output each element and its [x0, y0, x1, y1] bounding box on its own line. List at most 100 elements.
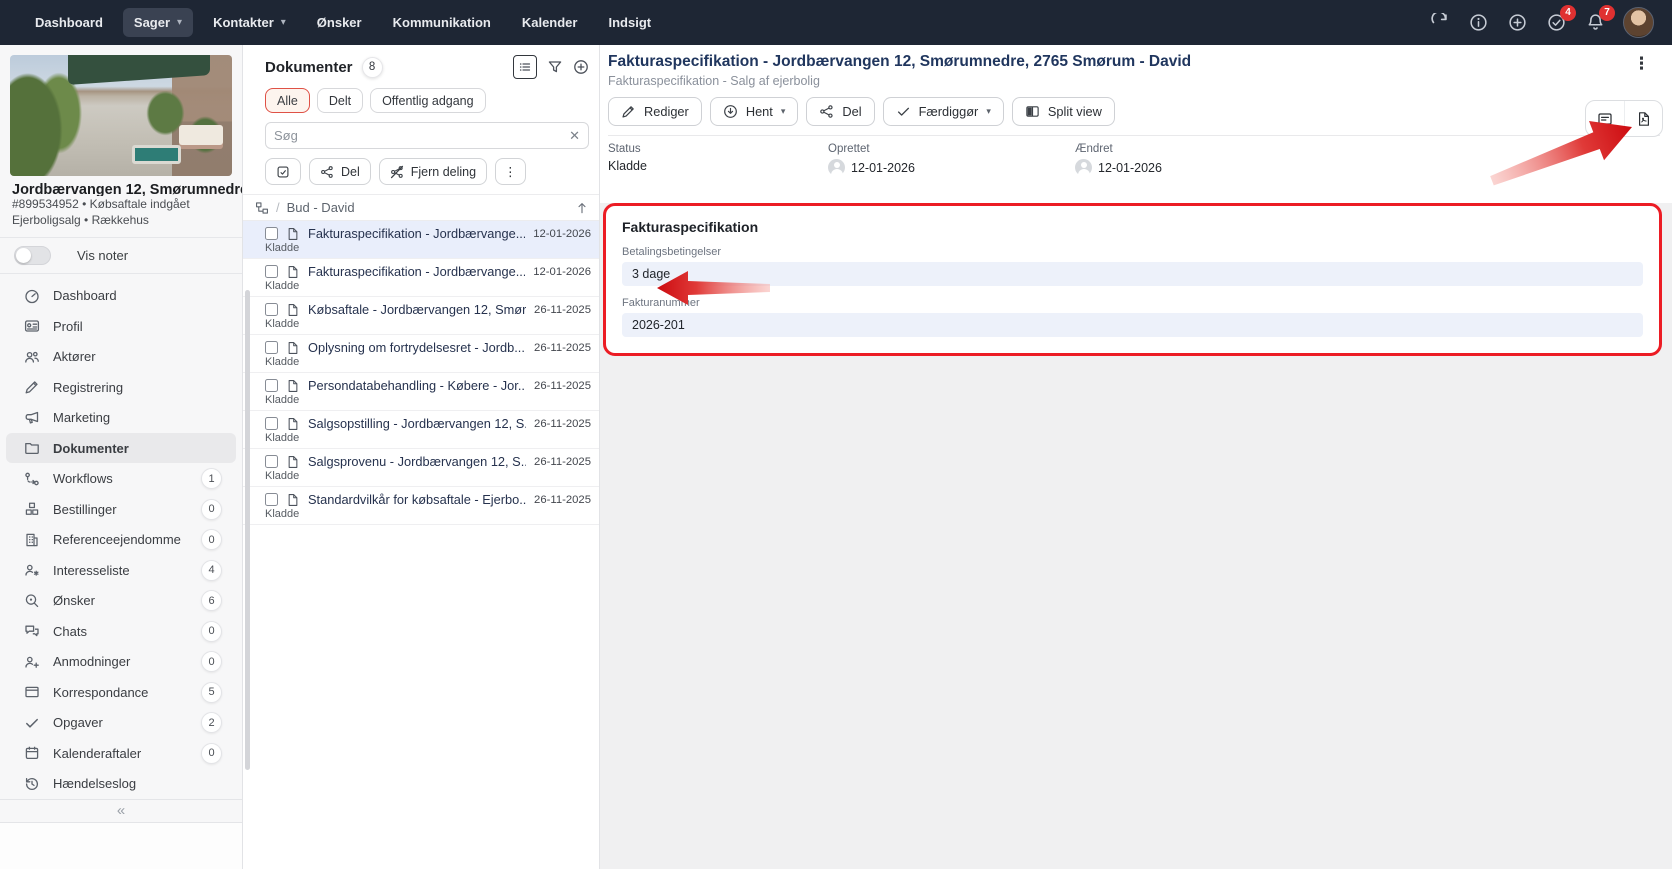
row-checkbox[interactable] — [265, 417, 278, 430]
property-photo[interactable] — [10, 55, 232, 177]
filter-chip-alle[interactable]: Alle — [265, 88, 310, 113]
sidebar-item-dashboard[interactable]: Dashboard — [6, 280, 236, 311]
document-row[interactable]: Oplysning om fortrydelsesret - Jordb... 2… — [243, 335, 599, 373]
sidebar-item-anmodninger[interactable]: Anmodninger 0 — [6, 646, 236, 677]
document-detail-panel: ⋮ Fakturaspecifikation - Jordbærvangen 1… — [600, 45, 1672, 869]
row-checkbox[interactable] — [265, 341, 278, 354]
row-checkbox[interactable] — [265, 493, 278, 506]
nav-item-kalender[interactable]: Kalender — [511, 8, 589, 37]
share-off-icon — [390, 165, 404, 179]
documents-count-badge: 8 — [361, 56, 383, 78]
filter-button[interactable] — [547, 59, 563, 75]
sidebar-item-oensker[interactable]: Ønsker 6 — [6, 585, 236, 616]
boxes-icon — [24, 501, 40, 517]
row-checkbox[interactable] — [265, 303, 278, 316]
share-button[interactable]: Del — [806, 97, 875, 126]
nav-item-indsigt[interactable]: Indsigt — [597, 8, 662, 37]
notifications-bell-icon[interactable]: 7 — [1584, 4, 1615, 34]
sidebar-item-bestillinger[interactable]: Bestillinger 0 — [6, 494, 236, 525]
show-notes-toggle[interactable] — [14, 246, 51, 266]
row-checkbox[interactable] — [265, 379, 278, 392]
document-icon — [286, 265, 300, 279]
sidebar-collapse-button[interactable]: « — [0, 798, 242, 823]
form-view-tab[interactable] — [1586, 101, 1624, 136]
scrollbar-thumb[interactable] — [245, 290, 250, 770]
select-all-button[interactable] — [265, 158, 301, 185]
row-checkbox[interactable] — [265, 227, 278, 240]
sidebar-item-chats[interactable]: Chats 0 — [6, 616, 236, 647]
document-row[interactable]: Salgsopstilling - Jordbærvangen 12, S...… — [243, 411, 599, 449]
field-betalingsbetingelser[interactable]: 3 dage — [622, 262, 1643, 286]
download-button[interactable]: Hent ▾ — [709, 97, 799, 126]
document-icon — [286, 379, 300, 393]
filter-chip-offentlig-adgang[interactable]: Offentlig adgang — [370, 88, 486, 113]
row-checkbox[interactable] — [265, 455, 278, 468]
nav-item-oensker[interactable]: Ønsker — [306, 8, 373, 37]
share-icon — [819, 104, 834, 119]
sidebar-item-haendelseslog[interactable]: Hændelseslog — [6, 768, 236, 799]
info-icon[interactable] — [1467, 12, 1489, 34]
split-view-button[interactable]: Split view — [1011, 97, 1115, 126]
sidebar-item-kalenderaftaler[interactable]: Kalenderaftaler 0 — [6, 738, 236, 769]
document-row[interactable]: Salgsprovenu - Jordbærvangen 12, S... 26-… — [243, 449, 599, 487]
unshare-button[interactable]: Fjern deling — [378, 158, 488, 185]
document-row[interactable]: Standardvilkår for købsaftale - Ejerbo..… — [243, 487, 599, 525]
sidebar-item-dokumenter[interactable]: Dokumenter — [6, 432, 236, 464]
nav-item-kontakter[interactable]: Kontakter ▾ — [202, 8, 297, 37]
row-checkbox[interactable] — [265, 265, 278, 278]
nav-item-kommunikation[interactable]: Kommunikation — [382, 8, 502, 37]
created-label: Oprettet — [828, 143, 870, 155]
sort-ascending-icon[interactable] — [575, 201, 589, 215]
search-input[interactable] — [274, 128, 564, 143]
folder-tree-icon[interactable] — [255, 201, 269, 215]
document-row[interactable]: Fakturaspecifikation - Jordbærvange... 12… — [243, 221, 599, 259]
chevron-down-icon: ▾ — [780, 106, 786, 116]
field-fakturanummer[interactable]: 2026-201 — [622, 313, 1643, 337]
sidebar-item-interesseliste[interactable]: Interesseliste 4 — [6, 555, 236, 586]
clear-search-icon[interactable]: ✕ — [569, 128, 580, 144]
share-button[interactable]: Del — [309, 158, 371, 185]
invoice-form-card-annotated: Fakturaspecifikation Betalingsbetingelse… — [603, 203, 1662, 356]
sidebar-item-registrering[interactable]: Registrering — [6, 372, 236, 403]
add-document-button[interactable] — [573, 59, 589, 75]
count-badge: 5 — [201, 681, 222, 703]
document-icon — [286, 227, 300, 241]
add-icon[interactable] — [1506, 12, 1528, 34]
list-view-button[interactable] — [513, 55, 537, 79]
tasks-icon[interactable]: 4 — [1545, 4, 1576, 34]
sidebar-item-korrespondance[interactable]: Korrespondance 5 — [6, 677, 236, 708]
document-title: Fakturaspecifikation - Jordbærvangen 12,… — [608, 53, 1192, 70]
case-sidebar: Jordbærvangen 12, Smørumnedre, 2765 ... … — [0, 45, 243, 869]
filter-chip-delt[interactable]: Delt — [316, 88, 364, 113]
finalize-button[interactable]: Færdiggør ▾ — [882, 97, 1004, 126]
sidebar-item-referenceejendomme[interactable]: Referenceejendomme 0 — [6, 524, 236, 555]
refresh-icon[interactable] — [1428, 12, 1450, 34]
more-actions-button[interactable]: ⋮ — [495, 158, 526, 185]
id-card-icon — [24, 318, 40, 334]
document-status: Kladde — [265, 242, 300, 254]
pdf-view-tab[interactable] — [1624, 101, 1662, 136]
document-icon — [286, 341, 300, 355]
sidebar-item-profil[interactable]: Profil — [6, 311, 236, 342]
sidebar-item-aktoerer[interactable]: Aktører — [6, 341, 236, 372]
sidebar-item-marketing[interactable]: Marketing — [6, 402, 236, 433]
breadcrumb-folder[interactable]: Bud - David — [287, 200, 355, 215]
edit-button[interactable]: Rediger — [608, 97, 702, 126]
collapse-chevrons-icon: « — [116, 802, 126, 820]
document-row[interactable]: Købsaftale - Jordbærvangen 12, Smør... 26… — [243, 297, 599, 335]
nav-item-sager[interactable]: Sager ▾ — [122, 8, 194, 37]
count-badge: 0 — [201, 651, 222, 673]
split-view-icon — [1025, 104, 1040, 119]
count-badge: 0 — [201, 742, 222, 764]
detail-more-menu[interactable]: ⋮ — [1633, 55, 1650, 72]
sidebar-item-opgaver[interactable]: Opgaver 2 — [6, 707, 236, 738]
user-avatar[interactable] — [1623, 7, 1654, 38]
sidebar-item-workflows[interactable]: Workflows 1 — [6, 463, 236, 494]
document-row[interactable]: Persondatabehandling - Købere - Jor... 26… — [243, 373, 599, 411]
count-badge: 4 — [201, 559, 222, 581]
document-row[interactable]: Fakturaspecifikation - Jordbærvange... 12… — [243, 259, 599, 297]
document-search: ✕ — [265, 122, 589, 149]
nav-item-dashboard[interactable]: Dashboard — [24, 8, 114, 37]
chat-icon — [24, 623, 40, 639]
checkbox-icon — [276, 165, 290, 179]
